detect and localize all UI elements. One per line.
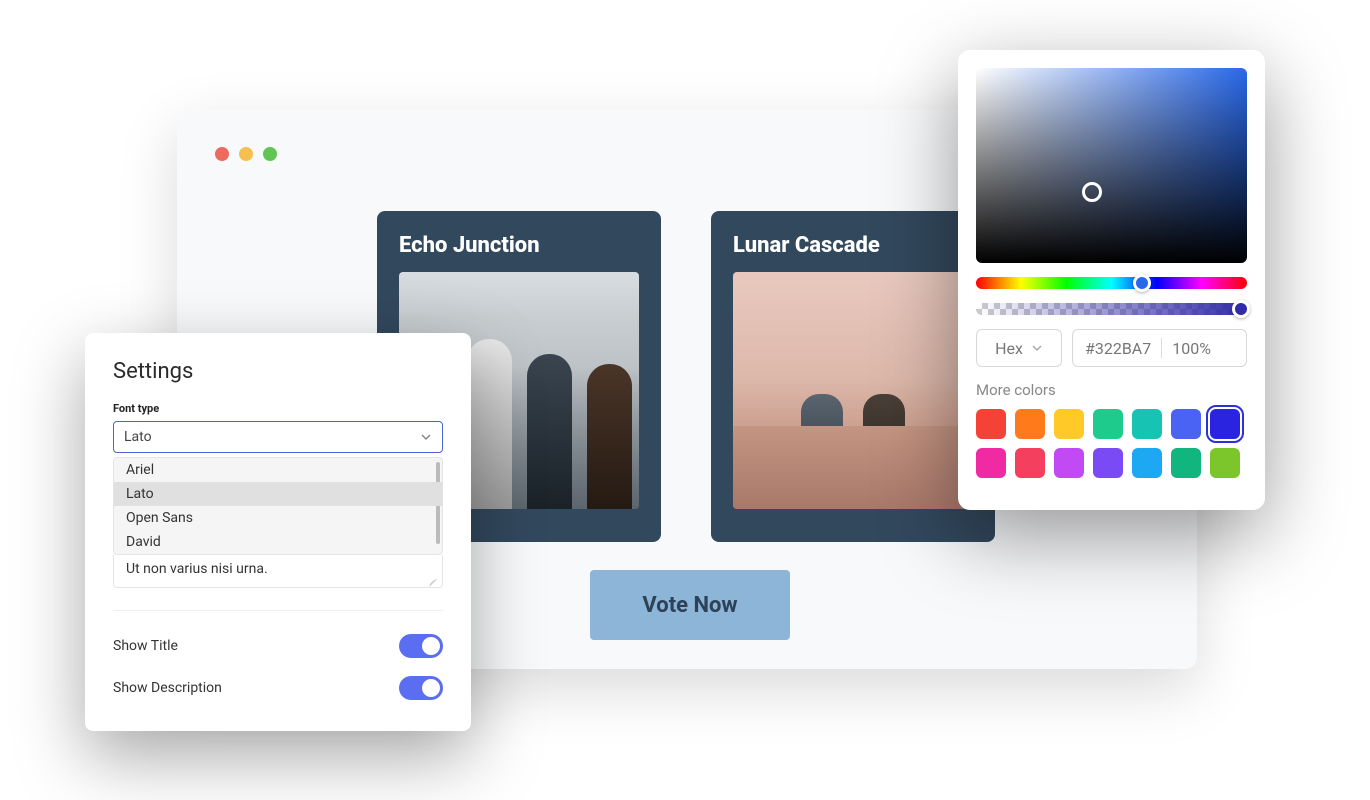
- vote-now-button[interactable]: Vote Now: [590, 570, 790, 640]
- resize-handle-icon[interactable]: [428, 573, 438, 583]
- hex-text: #322BA7: [1085, 339, 1151, 358]
- minimize-dot[interactable]: [239, 147, 253, 161]
- show-title-toggle[interactable]: [399, 634, 443, 658]
- maximize-dot[interactable]: [263, 147, 277, 161]
- color-mode-value: Hex: [995, 339, 1023, 358]
- window-traffic-lights: [215, 147, 277, 161]
- swatch-13[interactable]: [1210, 448, 1240, 478]
- close-dot[interactable]: [215, 147, 229, 161]
- alpha-text: 100%: [1172, 339, 1211, 358]
- swatch-12[interactable]: [1171, 448, 1201, 478]
- show-description-label: Show Description: [113, 680, 222, 696]
- sample-text-value: Ut non varius nisi urna.: [126, 561, 268, 577]
- font-option-open-sans[interactable]: Open Sans: [114, 506, 442, 530]
- swatch-6[interactable]: [1210, 409, 1240, 439]
- card-title: Lunar Cascade: [733, 233, 973, 258]
- swatch-9[interactable]: [1054, 448, 1084, 478]
- swatch-4[interactable]: [1132, 409, 1162, 439]
- alpha-slider[interactable]: [976, 303, 1247, 315]
- swatch-grid: [976, 409, 1247, 478]
- settings-title: Settings: [113, 359, 443, 384]
- card-title: Echo Junction: [399, 233, 639, 258]
- swatch-0[interactable]: [976, 409, 1006, 439]
- chevron-down-icon: [420, 431, 432, 443]
- hue-thumb[interactable]: [1133, 274, 1151, 292]
- card-image: [733, 272, 973, 509]
- settings-panel: Settings Font type Lato Ariel Lato Open …: [85, 333, 471, 731]
- color-picker-panel: Hex #322BA7 100% More colors: [958, 50, 1265, 510]
- more-colors-label: More colors: [976, 381, 1247, 399]
- swatch-10[interactable]: [1093, 448, 1123, 478]
- alpha-thumb[interactable]: [1232, 300, 1250, 318]
- swatch-5[interactable]: [1171, 409, 1201, 439]
- font-option-david[interactable]: David: [114, 530, 442, 554]
- font-option-lato[interactable]: Lato: [114, 482, 442, 506]
- sv-cursor[interactable]: [1082, 182, 1102, 202]
- swatch-1[interactable]: [1015, 409, 1045, 439]
- font-type-selected: Lato: [124, 429, 152, 445]
- font-option-ariel[interactable]: Ariel: [114, 458, 442, 482]
- divider: [113, 610, 443, 611]
- input-divider: [1161, 338, 1162, 358]
- show-description-row: Show Description: [113, 667, 443, 709]
- sample-text-input[interactable]: Ut non varius nisi urna.: [113, 555, 443, 588]
- swatch-8[interactable]: [1015, 448, 1045, 478]
- picker-inputs-row: Hex #322BA7 100%: [976, 329, 1247, 367]
- show-title-label: Show Title: [113, 638, 178, 654]
- font-type-dropdown: Ariel Lato Open Sans David: [113, 457, 443, 555]
- hue-slider[interactable]: [976, 277, 1247, 289]
- swatch-2[interactable]: [1054, 409, 1084, 439]
- font-type-label: Font type: [113, 402, 443, 415]
- saturation-value-area[interactable]: [976, 68, 1247, 263]
- swatch-7[interactable]: [976, 448, 1006, 478]
- show-description-toggle[interactable]: [399, 676, 443, 700]
- chevron-down-icon: [1031, 342, 1043, 354]
- hex-value-input[interactable]: #322BA7 100%: [1072, 329, 1247, 367]
- swatch-3[interactable]: [1093, 409, 1123, 439]
- swatch-11[interactable]: [1132, 448, 1162, 478]
- card-lunar-cascade[interactable]: Lunar Cascade: [711, 211, 995, 542]
- font-type-select[interactable]: Lato: [113, 421, 443, 453]
- color-mode-select[interactable]: Hex: [976, 329, 1062, 367]
- show-title-row: Show Title: [113, 625, 443, 667]
